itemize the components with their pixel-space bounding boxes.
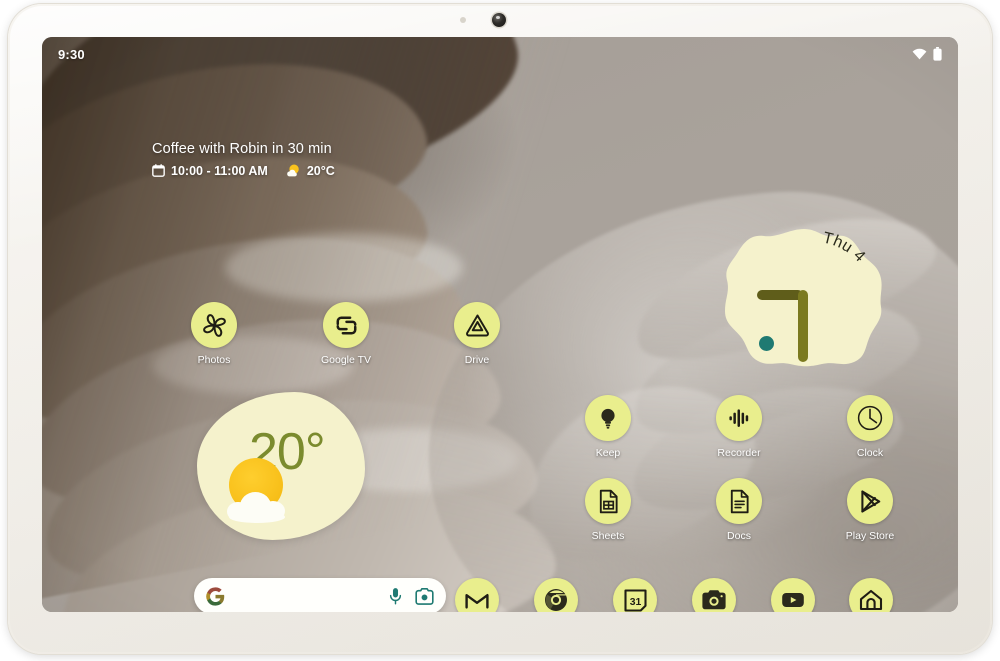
app-icon-keep[interactable]: Keep (562, 395, 654, 459)
glance-temperature: 20°C (306, 163, 335, 178)
google-photos-icon (191, 302, 237, 348)
analog-clock-widget[interactable]: Thu 4 (723, 228, 885, 368)
app-icon-google-tv[interactable]: Google TV (300, 302, 392, 366)
sun-cloud-icon (286, 163, 301, 178)
app-label: Clock (856, 447, 884, 459)
dock-icon-calendar[interactable]: 31 (605, 578, 665, 612)
front-camera-icon (492, 13, 506, 27)
youtube-icon (771, 578, 815, 612)
app-icon-sheets[interactable]: Sheets (562, 478, 654, 542)
glance-subtitle: 10:00 - 11:00 AM 20°C (152, 163, 335, 178)
app-label: Photos (197, 354, 231, 366)
app-icon-play-store[interactable]: Play Store (824, 478, 916, 542)
google-lens-icon[interactable] (415, 587, 434, 605)
search-input[interactable] (225, 578, 388, 612)
cloud-icon (227, 490, 287, 523)
google-tv-icon (323, 302, 369, 348)
battery-icon (933, 47, 942, 61)
camera-glint (496, 16, 500, 19)
wifi-icon (912, 48, 927, 60)
status-bar-indicators (912, 47, 942, 61)
chrome-icon (534, 578, 578, 612)
glance-time-range: 10:00 - 11:00 AM (171, 163, 268, 178)
app-label: Drive (464, 354, 490, 366)
dock-icon-youtube[interactable] (763, 578, 823, 612)
status-bar: 9:30 (42, 37, 958, 71)
google-drive-icon (454, 302, 500, 348)
app-label: Docs (727, 530, 751, 542)
clock-minute-hand (798, 290, 808, 362)
clock-second-dot (759, 336, 774, 351)
google-sheets-icon (585, 478, 631, 524)
app-label: Sheets (591, 530, 625, 542)
dock-icon-chrome[interactable] (526, 578, 586, 612)
app-icon-docs[interactable]: Docs (693, 478, 785, 542)
app-label: Keep (595, 447, 621, 459)
tablet-screen[interactable]: 9:30 Coffee with Robin in 30 min 10:00 -… (42, 37, 958, 612)
app-label: Play Store (845, 530, 895, 542)
google-g-icon (206, 586, 225, 606)
clock-icon (847, 395, 893, 441)
gmail-icon (455, 578, 499, 612)
recorder-icon (716, 395, 762, 441)
camera-icon (692, 578, 736, 612)
play-store-icon (847, 478, 893, 524)
svg-text:31: 31 (629, 597, 641, 608)
google-home-icon (849, 578, 893, 612)
app-icon-clock[interactable]: Clock (824, 395, 916, 459)
google-keep-icon (585, 395, 631, 441)
google-search-bar[interactable] (194, 578, 446, 612)
dock-icon-home[interactable] (841, 578, 901, 612)
status-bar-clock: 9:30 (58, 46, 85, 62)
app-icon-recorder[interactable]: Recorder (693, 395, 785, 459)
microphone-icon[interactable] (388, 587, 403, 605)
dock-icon-gmail[interactable] (447, 578, 507, 612)
app-label: Google TV (320, 354, 371, 366)
calendar-icon (152, 164, 165, 177)
clock-hour-hand (757, 290, 803, 300)
app-icon-photos[interactable]: Photos (168, 302, 260, 366)
app-icon-drive[interactable]: Drive (431, 302, 523, 366)
glance-title: Coffee with Robin in 30 min (152, 141, 332, 157)
at-a-glance-widget[interactable]: Coffee with Robin in 30 min 10:00 - 11:0… (152, 141, 335, 178)
dock-icon-camera[interactable] (684, 578, 744, 612)
ambient-light-sensor-icon (460, 17, 466, 23)
calendar-31-icon: 31 (613, 578, 657, 612)
google-docs-icon (716, 478, 762, 524)
screenshot-root: 9:30 Coffee with Robin in 30 min 10:00 -… (0, 0, 1000, 661)
app-label: Recorder (717, 447, 761, 459)
